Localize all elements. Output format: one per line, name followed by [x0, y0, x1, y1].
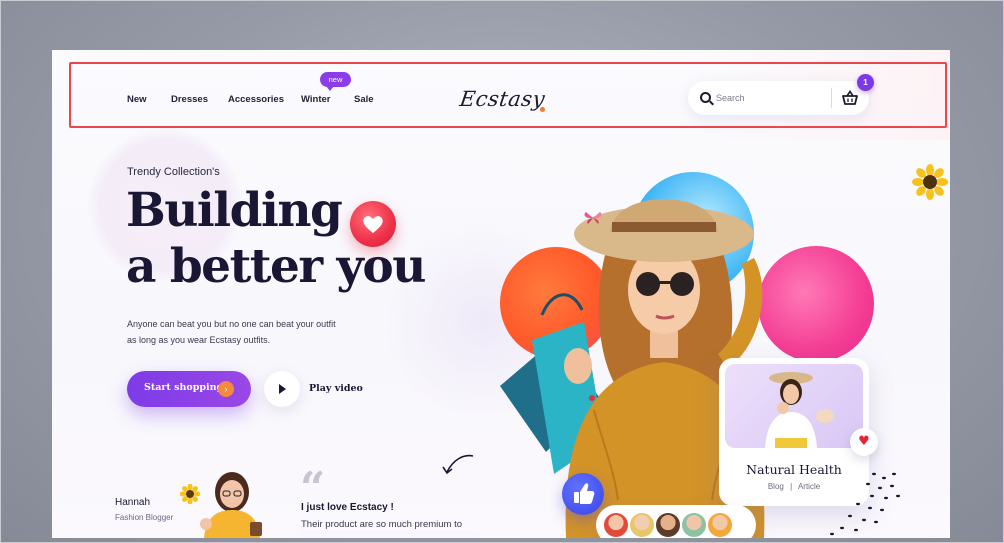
butterfly-icon: [584, 212, 602, 224]
nav-link-winter[interactable]: Winter: [301, 94, 330, 105]
logo-dot: [540, 107, 545, 112]
top-nav: New Dresses Accessories Winter Sale new …: [52, 50, 950, 140]
quote-fade: [301, 530, 479, 538]
search-input[interactable]: [716, 90, 816, 106]
testimonial-role: Fashion Blogger: [115, 513, 174, 522]
blog-card-separator: |: [790, 482, 793, 491]
start-shopping-button[interactable]: Start shopping ›: [127, 371, 251, 407]
avatar: [680, 511, 708, 538]
play-video-label[interactable]: Play video: [309, 383, 363, 394]
thumbs-up-icon[interactable]: [562, 473, 604, 515]
avatar: [602, 511, 630, 538]
testimonial-name: Hannah: [115, 497, 151, 508]
headline-line-2: a better you: [126, 239, 426, 294]
nav-link-dresses[interactable]: Dresses: [171, 94, 208, 105]
nav-link-sale[interactable]: Sale: [354, 94, 374, 105]
heart-icon[interactable]: ♥: [850, 428, 878, 456]
search-bar: [688, 81, 869, 115]
cart-count-badge: 1: [857, 74, 874, 91]
hero-eyebrow: Trendy Collection's: [127, 166, 220, 178]
decorative-dots: [830, 472, 900, 536]
start-shopping-label: Start shopping: [144, 382, 224, 393]
sunflower-icon: [180, 484, 200, 504]
search-icon[interactable]: [700, 92, 711, 103]
quote-title: I just love Ecstacy !: [301, 502, 394, 513]
new-badge: new: [320, 72, 351, 91]
play-video-button[interactable]: [264, 371, 300, 407]
headline-line-1: Building: [126, 183, 343, 238]
brand-logo[interactable]: Ecstasy: [458, 87, 546, 111]
blog-card-tag-blog: Blog: [767, 482, 784, 491]
hero-subtext: Anyone can beat you but no one can beat …: [127, 319, 336, 345]
heart-bubble-icon: [350, 201, 396, 247]
avatar: [706, 511, 734, 538]
avatar: [654, 511, 682, 538]
arrow-right-icon: ›: [218, 381, 234, 397]
avatar: [628, 511, 656, 538]
curved-arrow-icon: [442, 454, 474, 475]
landing-page: New Dresses Accessories Winter Sale new …: [52, 50, 950, 538]
nav-link-accessories[interactable]: Accessories: [228, 94, 284, 105]
avatar-strip: [596, 505, 756, 538]
search-divider: [831, 88, 832, 108]
hero-headline: Building a better you: [126, 183, 456, 295]
sunflower-icon: [912, 164, 948, 200]
nav-link-new[interactable]: New: [127, 94, 147, 105]
testimonial-photo: [200, 472, 262, 538]
basket-icon[interactable]: [842, 90, 858, 106]
blog-card-image: [725, 364, 863, 448]
